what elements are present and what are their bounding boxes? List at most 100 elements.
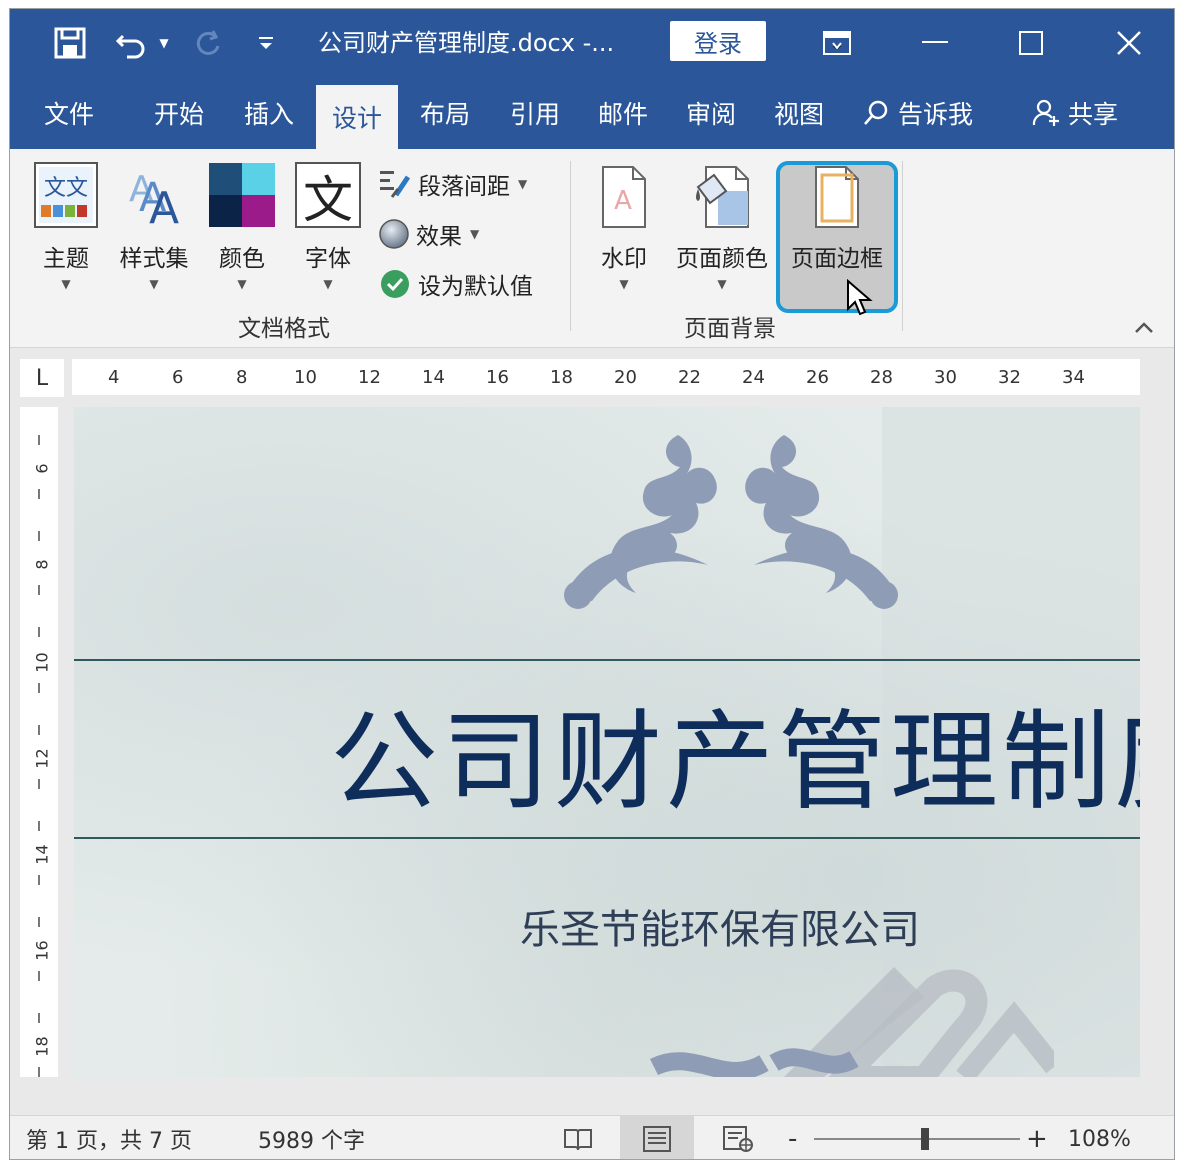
style-set-button[interactable]: AAA 样式集 ▼ xyxy=(112,161,196,291)
ruler-tick-label: 6 xyxy=(32,463,52,474)
tab-home[interactable]: 开始 xyxy=(154,77,204,149)
zoom-slider-track[interactable] xyxy=(814,1138,1020,1140)
undo-dropdown-icon[interactable]: ▼ xyxy=(154,9,174,77)
tab-design[interactable]: 设计 xyxy=(316,85,399,149)
checkmark-icon xyxy=(380,269,410,299)
ruler-tick xyxy=(38,683,40,693)
ruler-tick-label: 14 xyxy=(32,844,52,865)
set-as-default-button[interactable]: 设为默认值 xyxy=(380,267,533,301)
tab-view[interactable]: 视图 xyxy=(774,77,824,149)
ruler-tick-label: 34 xyxy=(1062,367,1085,388)
ruler-tick xyxy=(38,585,40,595)
theme-button[interactable]: 文文 主题 ▼ xyxy=(30,161,102,291)
page-color-label: 页面颜色 xyxy=(676,246,768,272)
ruler-tick-label: 18 xyxy=(32,1036,52,1057)
tell-me-box[interactable]: 告诉我 xyxy=(862,77,973,149)
chevron-down-icon: ▼ xyxy=(717,277,727,291)
tab-insert[interactable]: 插入 xyxy=(244,77,294,149)
share-button[interactable]: 共享 xyxy=(1032,77,1118,149)
ruler-tick-label: 4 xyxy=(108,367,120,388)
zoom-level[interactable]: 108% xyxy=(1068,1116,1131,1159)
minimize-icon[interactable] xyxy=(910,9,960,77)
document-heading[interactable]: 公司财产管理制度 xyxy=(330,675,1140,831)
ruler-tick xyxy=(38,821,40,831)
effects-button[interactable]: 效果 ▼ xyxy=(378,217,479,251)
ruler-tick-label: 6 xyxy=(172,367,184,388)
bottom-decoration-icon xyxy=(634,927,1062,1077)
fonts-label: 字体 xyxy=(305,246,351,272)
style-set-icon: AAA xyxy=(121,161,187,235)
ruler-tick-label: 14 xyxy=(422,367,445,388)
save-icon[interactable] xyxy=(48,9,92,77)
colors-label: 颜色 xyxy=(219,246,265,272)
collapse-ribbon-icon[interactable] xyxy=(1134,319,1154,338)
colors-button[interactable]: 颜色 ▼ xyxy=(206,161,278,291)
tab-mailings[interactable]: 邮件 xyxy=(598,77,648,149)
word-count[interactable]: 5989 个字 xyxy=(258,1116,365,1159)
tab-review[interactable]: 审阅 xyxy=(686,77,736,149)
maximize-icon[interactable] xyxy=(1006,9,1056,77)
ruler-tick-label: 16 xyxy=(32,940,52,961)
customize-qat-icon[interactable] xyxy=(254,9,278,77)
document-page[interactable]: 公司财产管理制度 乐圣节能环保有限公司 xyxy=(74,407,1140,1077)
effects-icon xyxy=(378,218,410,250)
tab-references[interactable]: 引用 xyxy=(510,77,560,149)
page-borders-button[interactable]: 页面边框 xyxy=(780,165,894,273)
watermark-button[interactable]: A 水印 ▼ xyxy=(588,165,660,291)
login-button[interactable]: 登录 xyxy=(670,21,766,61)
zoom-in-button[interactable]: + xyxy=(1026,1116,1048,1159)
theme-icon: 文文 xyxy=(33,161,99,235)
undo-icon[interactable] xyxy=(112,9,152,77)
page-color-button[interactable]: 页面颜色 ▼ xyxy=(670,165,774,291)
ruler-tick xyxy=(38,1013,40,1023)
web-layout-icon[interactable] xyxy=(718,1116,758,1159)
ribbon-tab-bar: 文件 开始 插入 设计 布局 引用 邮件 审阅 视图 告诉我 共享 xyxy=(10,77,1174,149)
tab-selector[interactable]: L xyxy=(20,359,64,397)
paragraph-spacing-button[interactable]: 段落间距 ▼ xyxy=(378,167,527,201)
vertical-ruler[interactable]: 6 8 10 12 14 16 18 xyxy=(20,407,58,1077)
font-icon: 文 xyxy=(294,161,362,235)
paragraph-spacing-label: 段落间距 xyxy=(418,174,510,200)
ruler-tick-label: 24 xyxy=(742,367,765,388)
print-layout-icon[interactable] xyxy=(620,1116,694,1159)
horizontal-ruler[interactable]: 4 6 8 10 12 14 16 18 20 22 24 26 28 30 3… xyxy=(72,359,1140,395)
ruler-tick-label: 28 xyxy=(870,367,893,388)
zoom-out-button[interactable]: - xyxy=(788,1116,797,1159)
ruler-tick xyxy=(38,917,40,927)
ruler-tick-label: 12 xyxy=(358,367,381,388)
person-add-icon xyxy=(1032,98,1062,128)
ornament-flourish-icon xyxy=(558,425,904,619)
page-borders-label: 页面边框 xyxy=(791,246,883,272)
ribbon-design: 文文 主题 ▼ AAA 样式集 ▼ 颜色 ▼ 文 字体 ▼ 段落间距 ▼ 效果 … xyxy=(10,149,1174,348)
watermark-label: 水印 xyxy=(601,246,647,272)
search-icon xyxy=(862,99,890,127)
status-bar: 第 1 页，共 7 页 5989 个字 - + 108% xyxy=(10,1115,1174,1159)
read-mode-icon[interactable] xyxy=(558,1116,598,1159)
svg-text:文: 文 xyxy=(303,171,353,229)
title-bar: ▼ 公司财产管理制度.docx -... 登录 xyxy=(10,9,1174,77)
document-format-group-label: 文档格式 xyxy=(238,316,330,342)
page-indicator[interactable]: 第 1 页，共 7 页 xyxy=(26,1116,192,1159)
close-icon[interactable] xyxy=(1104,9,1154,77)
paint-bucket-icon xyxy=(692,165,752,235)
redo-icon[interactable] xyxy=(188,9,228,77)
watermark-icon: A xyxy=(599,165,649,235)
fonts-button[interactable]: 文 字体 ▼ xyxy=(292,161,364,291)
svg-text:A: A xyxy=(614,186,632,216)
group-separator xyxy=(902,161,903,331)
ruler-tick-label: 32 xyxy=(998,367,1021,388)
ruler-tick xyxy=(38,627,40,637)
ruler-tick-label: 10 xyxy=(294,367,317,388)
ribbon-display-options-icon[interactable] xyxy=(812,9,862,77)
zoom-slider-thumb[interactable] xyxy=(921,1128,930,1150)
tab-layout[interactable]: 布局 xyxy=(420,77,470,149)
tell-me-label: 告诉我 xyxy=(898,100,974,129)
ruler-tick xyxy=(38,725,40,735)
chevron-down-icon: ▼ xyxy=(518,177,528,191)
ruler-tick-label: 8 xyxy=(236,367,248,388)
mouse-cursor-icon xyxy=(846,278,874,321)
ruler-tick-label: 8 xyxy=(32,559,52,570)
ruler-tick-label: 22 xyxy=(678,367,701,388)
tab-file[interactable]: 文件 xyxy=(44,77,94,149)
paragraph-spacing-icon xyxy=(378,169,412,199)
